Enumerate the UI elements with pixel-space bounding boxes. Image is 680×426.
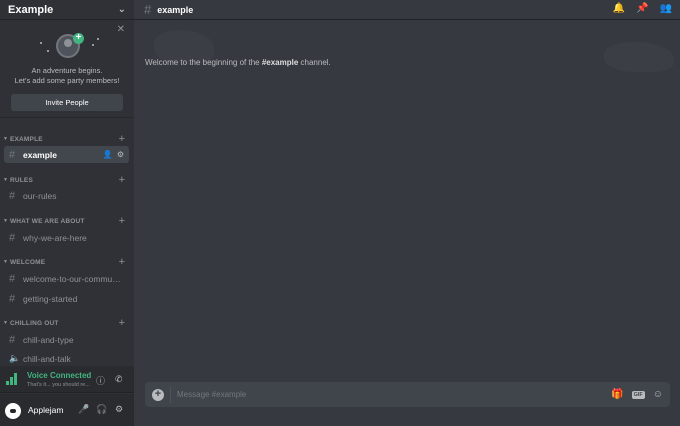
hash-icon: # (9, 272, 16, 285)
pin-icon[interactable]: 📌 (636, 3, 648, 14)
signal-icon (6, 373, 18, 385)
channel-our-rules[interactable]: # our-rules (4, 187, 129, 204)
channel-example[interactable]: # example 👤 ⚙ (4, 146, 129, 163)
info-icon[interactable]: ⓘ (96, 374, 105, 387)
emoji-icon[interactable]: ☺ (653, 389, 663, 400)
divider (170, 386, 171, 403)
add-channel-icon[interactable]: + (119, 216, 125, 227)
microphone-icon[interactable]: 🎤 (78, 404, 89, 415)
hash-icon: # (9, 148, 16, 161)
welcome-channel: #example (261, 58, 299, 67)
channel-label: our-rules (23, 190, 57, 201)
voice-connected-label[interactable]: Voice Connected (27, 371, 91, 380)
category-label: EXAMPLE (9, 135, 43, 143)
welcome-prefix: Welcome to the beginning of the (145, 58, 262, 67)
hash-icon: # (9, 333, 16, 346)
chevron-down-icon[interactable]: ⌄ (118, 4, 126, 15)
username: Applejam (28, 405, 64, 415)
welcome-message: Welcome to the beginning of the #example… (145, 58, 331, 67)
chevron-down-icon: ▼ (3, 259, 8, 265)
invite-people-button[interactable]: Invite People (11, 94, 123, 111)
channel-sidebar: Example ⌄ ✕ + An adventure begins. Let's… (0, 0, 134, 426)
category-what-we-are-about[interactable]: ▼ WHAT WE ARE ABOUT + (0, 215, 134, 227)
bell-icon[interactable]: 🔔 (613, 3, 625, 14)
category-label: CHILLING OUT (9, 319, 59, 327)
category-rules[interactable]: ▼ RULES + (0, 174, 134, 186)
chevron-down-icon: ▼ (3, 218, 8, 224)
category-chilling-out[interactable]: ▼ CHILLING OUT + (0, 317, 134, 329)
chevron-down-icon: ▼ (3, 320, 8, 326)
chat-main: # example 🔔 📌 👥 Welcome to the beginning… (134, 0, 680, 426)
category-example[interactable]: ▼ EXAMPLE + (0, 133, 134, 145)
add-channel-icon[interactable]: + (119, 134, 125, 145)
channel-label: example (23, 149, 58, 160)
invite-illustration: + (0, 30, 134, 62)
hash-icon: # (144, 2, 152, 17)
gif-icon[interactable]: GIF (631, 390, 645, 399)
avatar[interactable] (5, 403, 21, 419)
message-composer: + 🎁 GIF ☺ (145, 382, 670, 407)
category-welcome[interactable]: ▼ WELCOME + (0, 256, 134, 268)
voice-channel-info: That's it... you should re... (27, 382, 90, 388)
add-channel-icon[interactable]: + (119, 257, 125, 268)
channel-why-we-are-here[interactable]: # why-we-are-here (4, 229, 129, 246)
channel-label: getting-started (23, 293, 78, 304)
channel-label: chill-and-talk (23, 353, 71, 364)
members-icon[interactable]: 👥 (660, 3, 672, 14)
plus-icon: + (73, 33, 84, 44)
add-channel-icon[interactable]: + (119, 318, 125, 329)
channel-label: why-we-are-here (23, 232, 87, 243)
channel-chill-and-type[interactable]: # chill-and-type (4, 331, 129, 348)
gear-icon[interactable]: ⚙ (117, 150, 124, 159)
gift-icon[interactable]: 🎁 (611, 389, 623, 400)
channel-label: chill-and-type (23, 334, 74, 345)
invite-card: ✕ + An adventure begins. Let's add some … (0, 20, 134, 118)
hash-icon: # (9, 292, 16, 305)
user-panel: Applejam 🎤 🎧 ⚙ (0, 394, 134, 426)
invite-subtitle: Let's add some party members! (14, 76, 120, 85)
voice-status-panel: Voice Connected That's it... you should … (0, 366, 134, 393)
channel-welcome-to-our-community[interactable]: # welcome-to-our-community (4, 270, 129, 287)
channel-label: welcome-to-our-community (23, 273, 124, 284)
hash-icon: # (9, 231, 16, 244)
invite-title: An adventure begins. (31, 66, 103, 75)
welcome-suffix: channel. (298, 58, 331, 67)
channel-chill-and-talk[interactable]: 🔈 chill-and-talk (4, 350, 129, 367)
category-label: WHAT WE ARE ABOUT (9, 217, 85, 225)
upload-plus-icon[interactable]: + (152, 388, 164, 401)
phone-disconnect-icon[interactable]: ✆ (115, 374, 123, 385)
server-name: Example (8, 3, 54, 16)
channel-header: # example 🔔 📌 👥 (134, 0, 680, 20)
category-label: RULES (9, 176, 33, 184)
invite-member-icon[interactable]: 👤 (103, 150, 113, 159)
speaker-icon: 🔈 (9, 353, 21, 363)
add-channel-icon[interactable]: + (119, 175, 125, 186)
message-input[interactable] (177, 390, 612, 399)
channel-title: example (157, 4, 194, 15)
server-header[interactable]: Example ⌄ (0, 0, 134, 20)
headphones-icon[interactable]: 🎧 (96, 404, 107, 415)
category-label: WELCOME (9, 258, 46, 266)
chevron-down-icon: ▼ (3, 136, 8, 142)
gear-icon[interactable]: ⚙ (115, 404, 123, 415)
background-decoration (604, 42, 674, 72)
hash-icon: # (9, 189, 16, 202)
chevron-down-icon: ▼ (3, 177, 8, 183)
channel-getting-started[interactable]: # getting-started (4, 290, 129, 307)
